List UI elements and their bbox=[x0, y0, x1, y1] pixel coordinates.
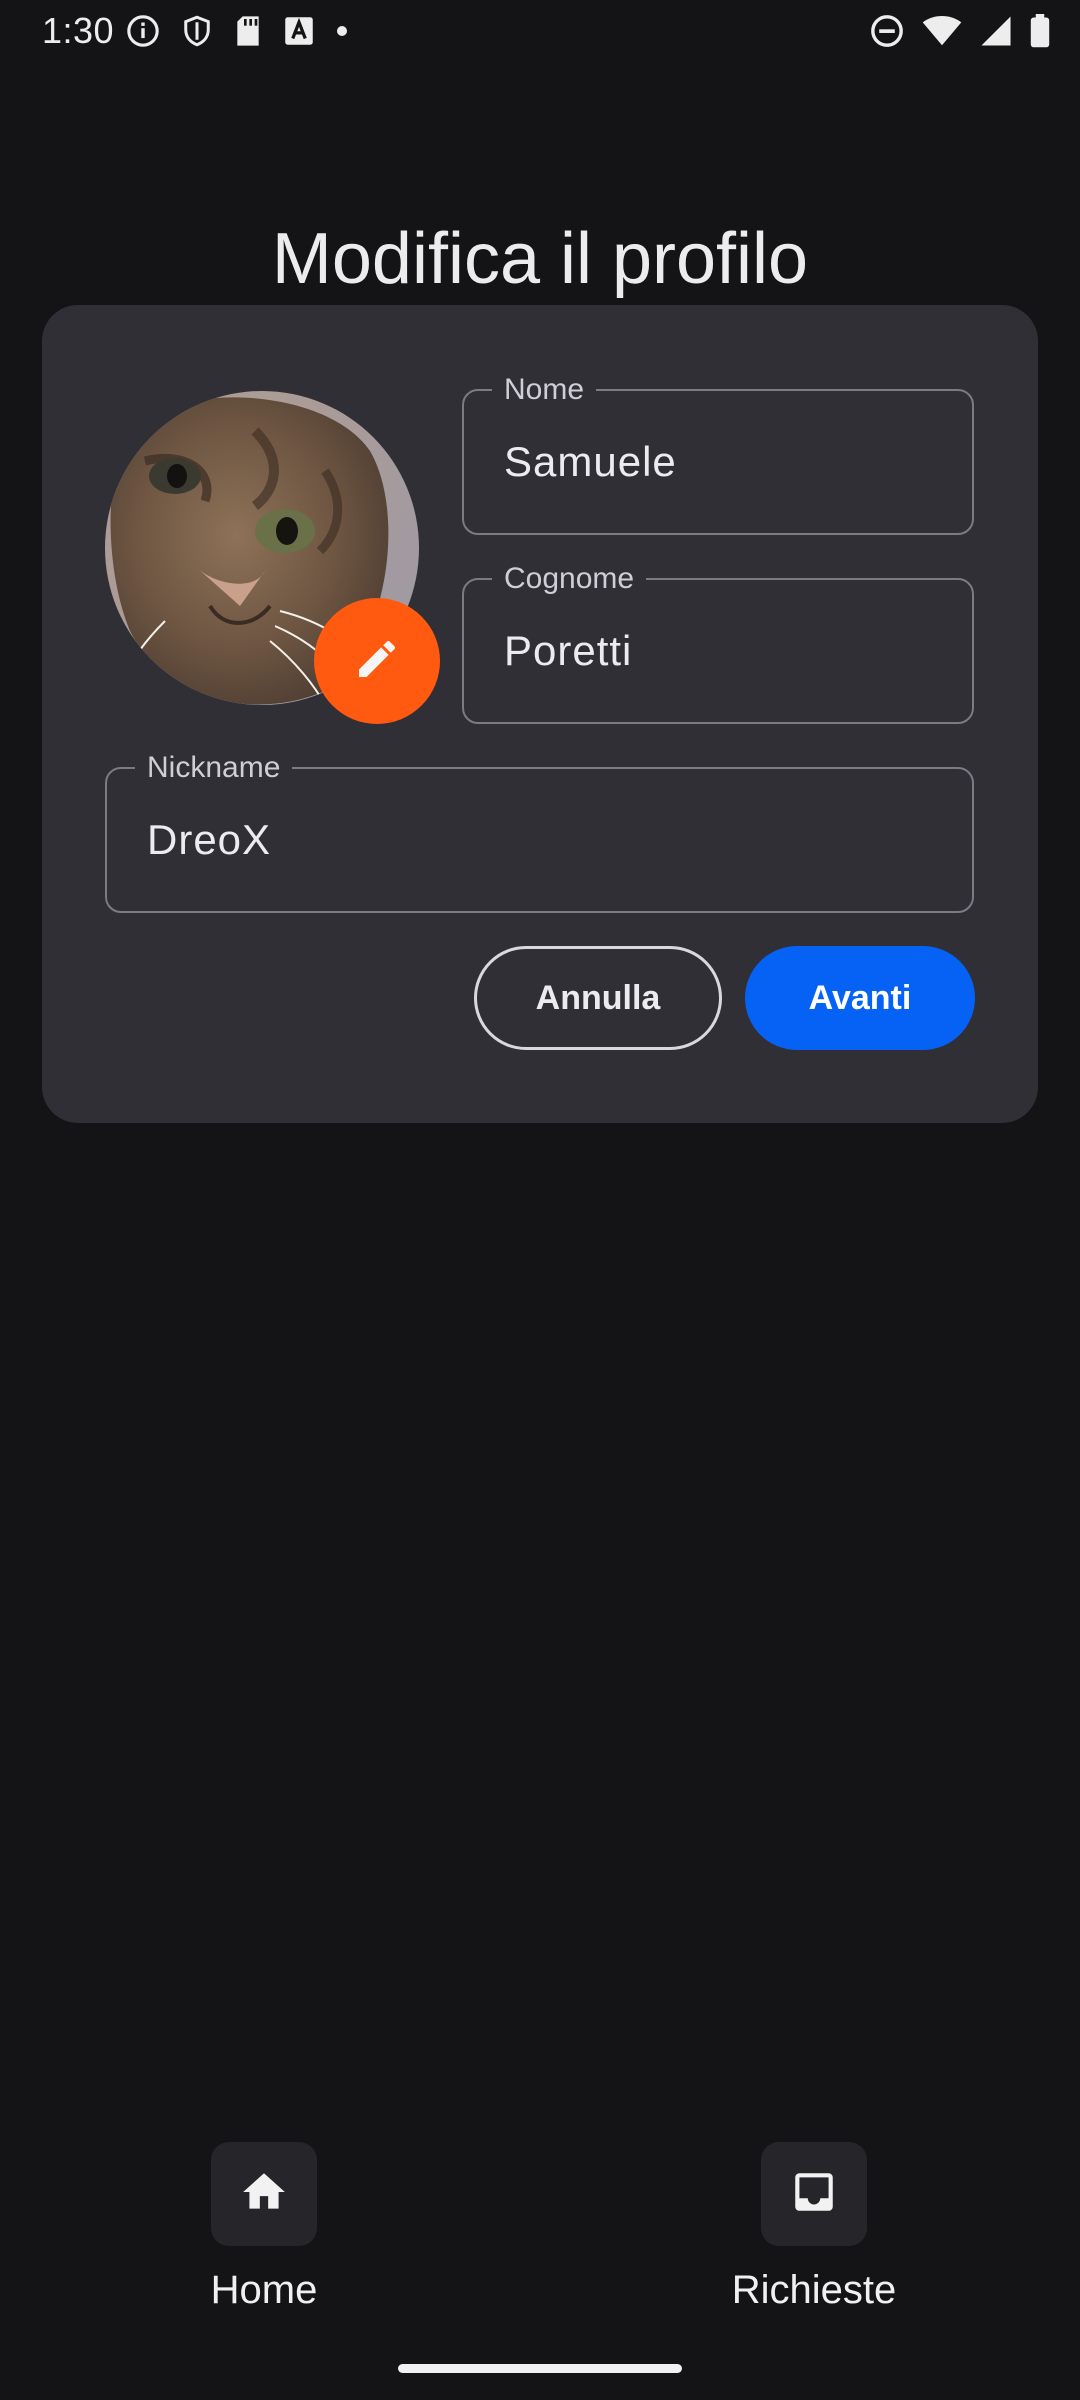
font-a-icon bbox=[284, 16, 314, 46]
last-name-field[interactable]: Cognome Poretti bbox=[462, 559, 974, 724]
page-title: Modifica il profilo bbox=[271, 219, 809, 300]
do-not-disturb-icon bbox=[870, 14, 904, 48]
dot-icon bbox=[336, 25, 348, 37]
first-name-input[interactable]: Samuele bbox=[504, 391, 677, 533]
shield-icon bbox=[182, 14, 212, 48]
nav-item-richieste[interactable]: Richieste bbox=[694, 2142, 934, 2322]
cellular-signal-icon bbox=[980, 15, 1012, 47]
battery-icon bbox=[1030, 14, 1050, 48]
status-right-icons bbox=[870, 14, 1050, 48]
pencil-icon bbox=[353, 635, 401, 688]
nickname-field[interactable]: Nickname DreoX bbox=[105, 748, 974, 913]
home-icon bbox=[239, 2167, 289, 2222]
status-bar: 1:30 bbox=[0, 0, 1080, 64]
home-indicator[interactable] bbox=[398, 2364, 682, 2373]
status-left-icons bbox=[126, 14, 348, 48]
nav-home-label: Home bbox=[210, 2268, 318, 2312]
next-button[interactable]: Avanti bbox=[745, 946, 975, 1050]
edit-profile-screen: 1:30 Modifica il profilo Nome Samuele Co… bbox=[0, 0, 1080, 2400]
first-name-field[interactable]: Nome Samuele bbox=[462, 370, 974, 535]
nav-home-icon-container bbox=[211, 2142, 317, 2246]
nav-richieste-label: Richieste bbox=[731, 2268, 897, 2312]
status-time: 1:30 bbox=[42, 10, 115, 51]
nav-richieste-icon-container bbox=[761, 2142, 867, 2246]
last-name-input[interactable]: Poretti bbox=[504, 580, 632, 722]
sd-card-icon bbox=[234, 15, 262, 47]
cancel-button[interactable]: Annulla bbox=[474, 946, 722, 1050]
info-icon bbox=[126, 14, 160, 48]
nickname-input[interactable]: DreoX bbox=[147, 769, 271, 911]
wifi-icon bbox=[922, 15, 962, 47]
profile-form-card: Nome Samuele Cognome Poretti Nickname Dr… bbox=[42, 305, 1038, 1123]
inbox-icon bbox=[789, 2167, 839, 2222]
edit-avatar-button[interactable] bbox=[314, 598, 440, 724]
nav-item-home[interactable]: Home bbox=[144, 2142, 384, 2322]
